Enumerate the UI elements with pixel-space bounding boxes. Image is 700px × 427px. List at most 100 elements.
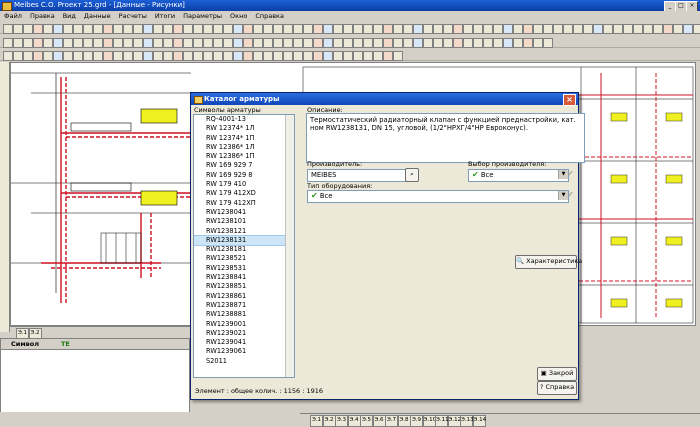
toolbar-tool-icon[interactable]: [523, 24, 533, 34]
toolbar-tool-icon[interactable]: [93, 51, 103, 61]
toolbar-tool-icon[interactable]: [483, 38, 493, 48]
characteristics-button[interactable]: 🔍 Характеристика: [515, 255, 582, 269]
toolbar-tool-icon[interactable]: [383, 38, 393, 48]
sheet-tab[interactable]: Э.3: [335, 415, 348, 427]
toolbar-tool-icon[interactable]: [313, 51, 323, 61]
sheet-tab[interactable]: Э.2: [322, 415, 336, 427]
toolbar-tool-icon[interactable]: [173, 38, 183, 48]
list-item[interactable]: RW1238871: [194, 301, 294, 310]
toolbar-tool-icon[interactable]: [113, 24, 123, 34]
toolbar-tool-icon[interactable]: [173, 51, 183, 61]
manufacturer-select[interactable]: ✔ Все ▼: [468, 169, 569, 182]
toolbar-tool-icon[interactable]: [493, 24, 503, 34]
toolbar-tool-icon[interactable]: [183, 51, 193, 61]
toolbar-tool-icon[interactable]: [423, 38, 433, 48]
toolbar-tool-icon[interactable]: [433, 24, 443, 34]
toolbar-tool-icon[interactable]: [13, 38, 23, 48]
toolbar-tool-icon[interactable]: [193, 38, 203, 48]
manufacturer-lookup-button[interactable]: ⌕: [405, 168, 419, 182]
list-item[interactable]: RW1238041: [194, 208, 294, 217]
sheet-tab[interactable]: Э.1: [310, 415, 323, 427]
toolbar-tool-icon[interactable]: [233, 24, 243, 34]
dialog-close-button[interactable]: ×: [563, 94, 576, 106]
list-item[interactable]: RW 12386* 1Л: [194, 143, 294, 152]
toolbar-tool-icon[interactable]: [273, 24, 283, 34]
toolbar-tool-icon[interactable]: [543, 38, 553, 48]
toolbar-tool-icon[interactable]: [493, 38, 503, 48]
list-item[interactable]: RQ-4001-13: [194, 115, 294, 124]
toolbar-tool-icon[interactable]: [113, 51, 123, 61]
toolbar-tool-icon[interactable]: [663, 24, 673, 34]
toolbar-tool-icon[interactable]: [113, 38, 123, 48]
toolbar-tool-icon[interactable]: [63, 24, 73, 34]
toolbar-tool-icon[interactable]: [93, 38, 103, 48]
toolbar-tool-icon[interactable]: [143, 51, 153, 61]
toolbar-tool-icon[interactable]: [353, 38, 363, 48]
toolbar-tool-icon[interactable]: [393, 38, 403, 48]
toolbar-tool-icon[interactable]: [563, 24, 573, 34]
toolbar-tool-icon[interactable]: [153, 38, 163, 48]
toolbar-tool-icon[interactable]: [513, 38, 523, 48]
menu-help[interactable]: Справка: [251, 11, 288, 21]
toolbar-tool-icon[interactable]: [203, 51, 213, 61]
toolbar-tool-icon[interactable]: [443, 24, 453, 34]
menu-window[interactable]: Окно: [226, 11, 251, 21]
toolbar-tool-icon[interactable]: [283, 24, 293, 34]
toolbar-tool-icon[interactable]: [263, 24, 273, 34]
toolbar-tool-icon[interactable]: [213, 24, 223, 34]
toolbar-tool-icon[interactable]: [203, 38, 213, 48]
list-item[interactable]: S2011: [194, 357, 294, 366]
sheet-tab[interactable]: Э.12: [447, 415, 461, 427]
toolbar-tool-icon[interactable]: [593, 24, 603, 34]
toolbar-tool-icon[interactable]: [353, 24, 363, 34]
toolbar-tool-icon[interactable]: [133, 51, 143, 61]
list-item[interactable]: RW1239061: [194, 347, 294, 356]
toolbar-tool-icon[interactable]: [603, 24, 613, 34]
list-item[interactable]: RW 169 929 7: [194, 161, 294, 170]
toolbar-tool-icon[interactable]: [443, 38, 453, 48]
toolbar-tool-icon[interactable]: [363, 51, 373, 61]
toolbar-tool-icon[interactable]: [333, 24, 343, 34]
help-button[interactable]: ? Справка: [537, 381, 577, 395]
sheet-tab[interactable]: Э.11: [435, 415, 449, 427]
toolbar-tool-icon[interactable]: [13, 24, 23, 34]
toolbar-tool-icon[interactable]: [203, 24, 213, 34]
sheet-tab[interactable]: Э.4: [347, 415, 361, 427]
menu-view[interactable]: Вид: [59, 11, 80, 21]
toolbar-tool-icon[interactable]: [373, 38, 383, 48]
close-button[interactable]: ▣ Закрой: [537, 367, 577, 381]
toolbar-tool-icon[interactable]: [93, 24, 103, 34]
toolbar-tool-icon[interactable]: [73, 24, 83, 34]
menu-calculations[interactable]: Расчеты: [115, 11, 151, 21]
toolbar-tool-icon[interactable]: [253, 51, 263, 61]
toolbar-tool-icon[interactable]: [43, 51, 53, 61]
toolbar-tool-icon[interactable]: [503, 38, 513, 48]
list-item[interactable]: RW1239041: [194, 338, 294, 347]
toolbar-tool-icon[interactable]: [173, 24, 183, 34]
toolbar-tool-icon[interactable]: [253, 38, 263, 48]
toolbar-tool-icon[interactable]: [83, 24, 93, 34]
toolbar-tool-icon[interactable]: [293, 51, 303, 61]
toolbar-tool-icon[interactable]: [393, 24, 403, 34]
toolbar-tool-icon[interactable]: [653, 24, 663, 34]
list-item[interactable]: RW 179 412ХП: [194, 199, 294, 208]
toolbar-tool-icon[interactable]: [303, 38, 313, 48]
toolbar-tool-icon[interactable]: [23, 38, 33, 48]
toolbar-tool-icon[interactable]: [223, 51, 233, 61]
toolbar-tool-icon[interactable]: [333, 51, 343, 61]
toolbar-tool-icon[interactable]: [53, 51, 63, 61]
toolbar-tool-icon[interactable]: [293, 38, 303, 48]
tab-symbol[interactable]: Символ: [11, 340, 39, 348]
toolbar-tool-icon[interactable]: [303, 51, 313, 61]
toolbar-tool-icon[interactable]: [693, 24, 700, 34]
list-item[interactable]: RW 12386* 1П: [194, 152, 294, 161]
toolbar-tool-icon[interactable]: [193, 51, 203, 61]
toolbar-tool-icon[interactable]: [503, 24, 513, 34]
toolbar-tool-icon[interactable]: [473, 24, 483, 34]
toolbar-tool-icon[interactable]: [323, 51, 333, 61]
toolbar-tool-icon[interactable]: [33, 38, 43, 48]
toolbar-tool-icon[interactable]: [513, 24, 523, 34]
toolbar-tool-icon[interactable]: [403, 38, 413, 48]
toolbar-tool-icon[interactable]: [423, 24, 433, 34]
toolbar-tool-icon[interactable]: [223, 38, 233, 48]
